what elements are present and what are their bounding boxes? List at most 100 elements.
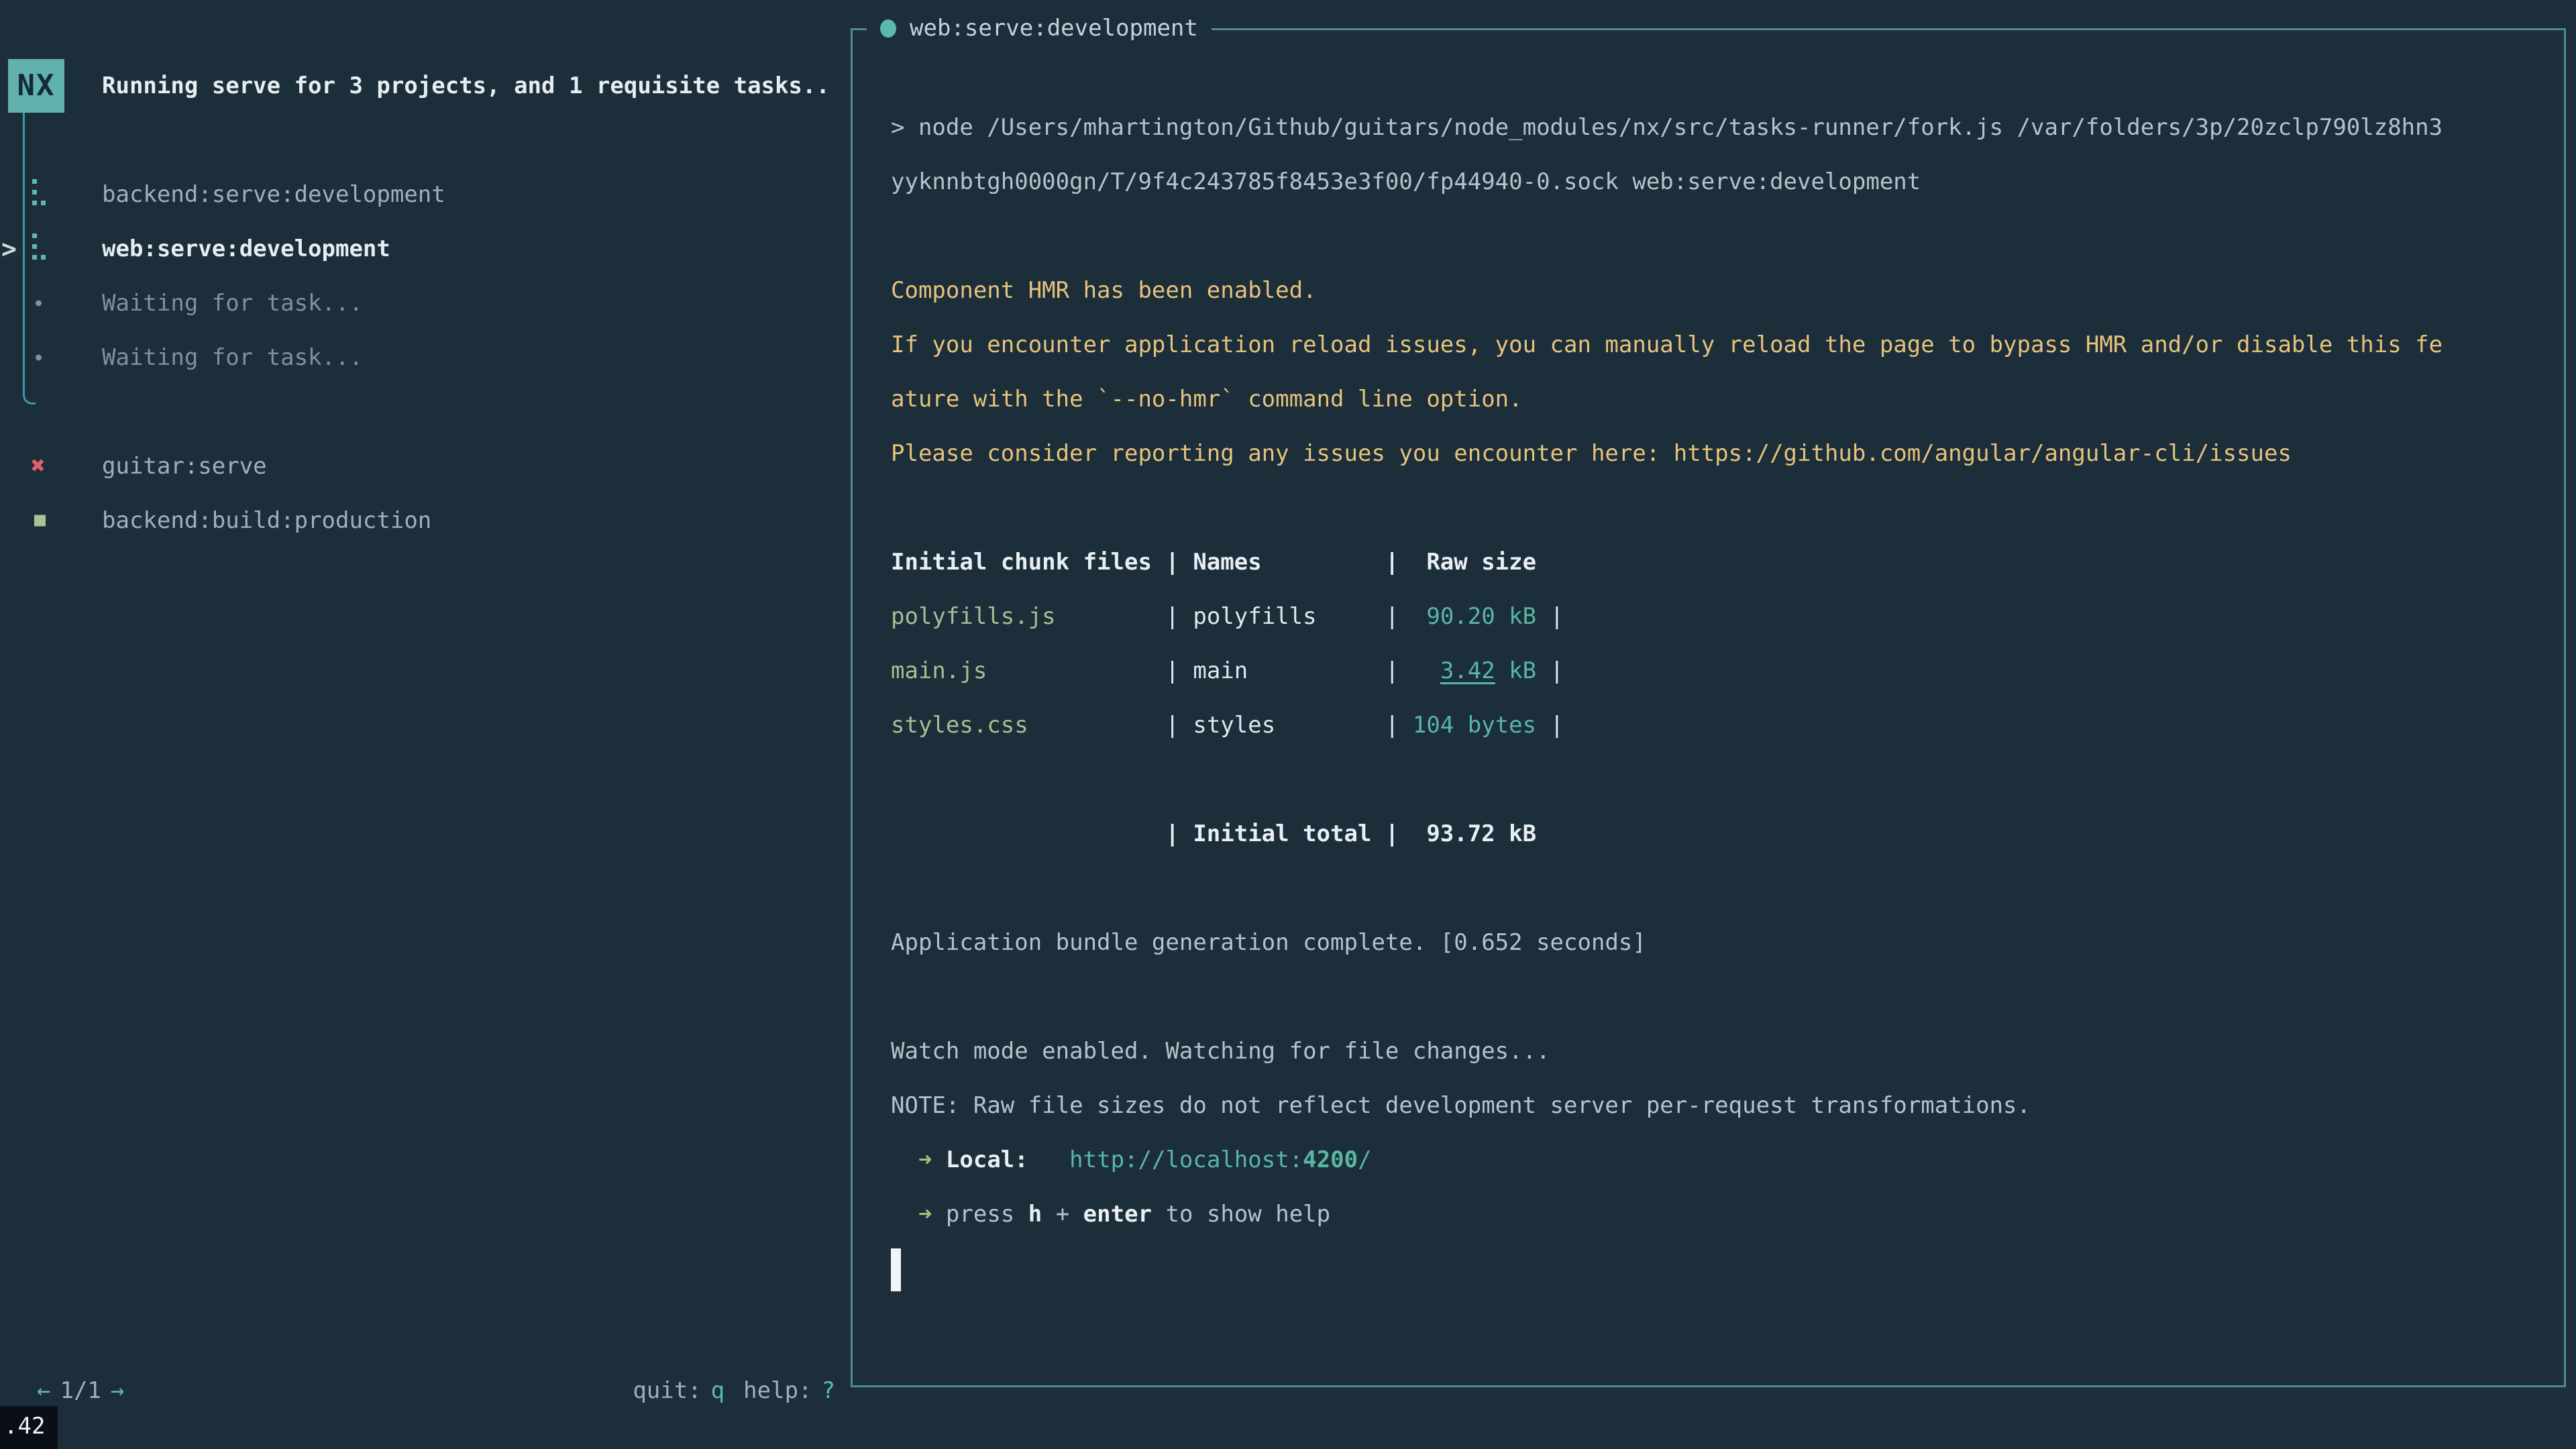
terminal-text: 104 bytes: [1413, 712, 1536, 739]
help-arrow-icon: ➜: [918, 1201, 932, 1228]
terminal-text: [891, 1146, 918, 1173]
terminal-text: | Initial total | 93.72 kB: [891, 820, 1536, 847]
terminal-line: yyknnbtgh0000gn/T/9f4c243785f8453e3f00/f…: [891, 155, 2541, 209]
terminal-text: |: [1385, 657, 1413, 684]
terminal-line: > node /Users/mhartington/Github/guitars…: [891, 101, 2541, 155]
terminal-text: |: [1385, 603, 1413, 630]
cross-icon: ✖: [31, 454, 46, 478]
task-label: Waiting for task...: [102, 290, 363, 317]
terminal-line: Watch mode enabled. Watching for file ch…: [891, 1024, 2541, 1079]
task-row-backend-serve-development[interactable]: backend:serve:development: [0, 167, 845, 221]
terminal-text: |: [1536, 603, 1564, 630]
terminal-text: kB: [1495, 657, 1536, 684]
square-icon: [34, 515, 46, 526]
terminal-line: [891, 1242, 2541, 1296]
terminal-text: > node /Users/mhartington/Github/guitars…: [891, 114, 2443, 141]
terminal-text: NOTE: Raw file sizes do not reflect deve…: [891, 1092, 2031, 1119]
spinner-icon: [32, 201, 37, 205]
terminal-text: h: [1028, 1201, 1042, 1228]
keyboard-hints: quit:qhelp:?: [0, 1375, 835, 1407]
task-row-web-serve-development[interactable]: > web:serve:development: [0, 221, 845, 276]
terminal-text: [932, 1201, 945, 1228]
terminal-text: polyfills: [1193, 603, 1385, 630]
terminal-line: NOTE: Raw file sizes do not reflect deve…: [891, 1079, 2541, 1133]
localhost-link-slash[interactable]: /: [1358, 1146, 1371, 1173]
tasks-summary: Running serve for 3 projects, and 1 requ…: [102, 59, 830, 113]
terminal-text: +: [1042, 1201, 1083, 1228]
finished-task-list: ✖ guitar:serve backend:build:production: [0, 439, 845, 547]
local-arrow-icon: ➜: [918, 1146, 932, 1173]
terminal-line: ➜ Local: http://localhost:4200/: [891, 1133, 2541, 1187]
text-cursor: [891, 1248, 901, 1291]
terminal-text: [1413, 657, 1440, 684]
localhost-link[interactable]: http://localhost:: [1069, 1146, 1303, 1173]
terminal-output: > node /Users/mhartington/Github/guitars…: [891, 101, 2541, 1296]
terminal-text: [932, 1146, 945, 1173]
nx-terminal-app: NX Running serve for 3 projects, and 1 r…: [0, 0, 2576, 1449]
terminal-line: Initial chunk files | Names | Raw size: [891, 535, 2541, 590]
terminal-text: Please consider reporting any issues you…: [891, 440, 2292, 467]
terminal-text: styles.css: [891, 712, 1165, 739]
terminal-text: |: [1165, 603, 1193, 630]
spinner-icon: [32, 255, 37, 260]
terminal-text: |: [1385, 712, 1413, 739]
waiting-dot-icon: [36, 354, 42, 360]
terminal-line: main.js | main | 3.42 kB |: [891, 644, 2541, 698]
terminal-text: 3.42: [1440, 657, 1495, 684]
terminal-text: Application bundle generation complete. …: [891, 929, 1646, 956]
terminal-text: press: [946, 1201, 1028, 1228]
terminal-line: | Initial total | 93.72 kB: [891, 807, 2541, 861]
panel-title-label: web:serve:development: [910, 15, 1198, 42]
task-row-backend-build-production[interactable]: backend:build:production: [0, 493, 845, 547]
task-row-waiting-for-task-[interactable]: Waiting for task...: [0, 276, 845, 330]
task-label: backend:build:production: [102, 507, 431, 534]
terminal-line: [891, 209, 2541, 264]
terminal-text: [1028, 1146, 1069, 1173]
terminal-text: yyknnbtgh0000gn/T/9f4c243785f8453e3f00/f…: [891, 168, 1921, 195]
terminal-text: Watch mode enabled. Watching for file ch…: [891, 1038, 1550, 1065]
terminal-text: |: [1165, 712, 1193, 739]
terminal-line: ➜ press h + enter to show help: [891, 1187, 2541, 1242]
terminal-line: [891, 970, 2541, 1024]
terminal-text: styles: [1193, 712, 1385, 739]
task-label: Waiting for task...: [102, 344, 363, 371]
task-label: guitar:serve: [102, 453, 267, 480]
terminal-text: main: [1193, 657, 1385, 684]
terminal-text: 90.20 kB: [1413, 603, 1536, 630]
task-label: backend:serve:development: [102, 181, 445, 208]
terminal-text: [891, 1201, 918, 1228]
nx-logo: NX: [8, 59, 64, 113]
task-row-waiting-for-task-[interactable]: Waiting for task...: [0, 330, 845, 384]
terminal-text: Initial chunk files | Names | Raw size: [891, 549, 1536, 576]
terminal-text: |: [1536, 712, 1564, 739]
help-key: ?: [822, 1377, 835, 1404]
task-label: web:serve:development: [102, 235, 390, 262]
terminal-text: to show help: [1152, 1201, 1330, 1228]
task-row-guitar-serve[interactable]: ✖ guitar:serve: [0, 439, 845, 493]
terminal-line: polyfills.js | polyfills | 90.20 kB |: [891, 590, 2541, 644]
running-status-dot-icon: [880, 19, 896, 38]
terminal-line: [891, 753, 2541, 807]
terminal-line: styles.css | styles | 104 bytes |: [891, 698, 2541, 753]
terminal-text: ature with the `--no-hmr` command line o…: [891, 386, 1523, 413]
quit-hint-label: quit:: [633, 1377, 701, 1404]
terminal-line: ature with the `--no-hmr` command line o…: [891, 372, 2541, 427]
terminal-line: Application bundle generation complete. …: [891, 916, 2541, 970]
terminal-text: Local:: [946, 1146, 1028, 1173]
terminal-text: Component HMR has been enabled.: [891, 277, 1317, 304]
help-hint-label: help:: [743, 1377, 812, 1404]
terminal-line: If you encounter application reload issu…: [891, 318, 2541, 372]
overflow-fragment: .42: [0, 1406, 58, 1449]
terminal-text: enter: [1083, 1201, 1152, 1228]
waiting-dot-icon: [36, 300, 42, 306]
terminal-text: |: [1536, 657, 1564, 684]
running-task-list: backend:serve:development > web:serve:deve…: [0, 167, 845, 384]
terminal-text: main.js: [891, 657, 1165, 684]
terminal-line: [891, 861, 2541, 916]
localhost-link-port[interactable]: 4200: [1303, 1146, 1358, 1173]
selected-task-arrow-icon: >: [1, 234, 17, 264]
terminal-line: Component HMR has been enabled.: [891, 264, 2541, 318]
terminal-text: polyfills.js: [891, 603, 1165, 630]
terminal-text: If you encounter application reload issu…: [891, 331, 2443, 358]
panel-title: web:serve:development: [867, 8, 1212, 48]
